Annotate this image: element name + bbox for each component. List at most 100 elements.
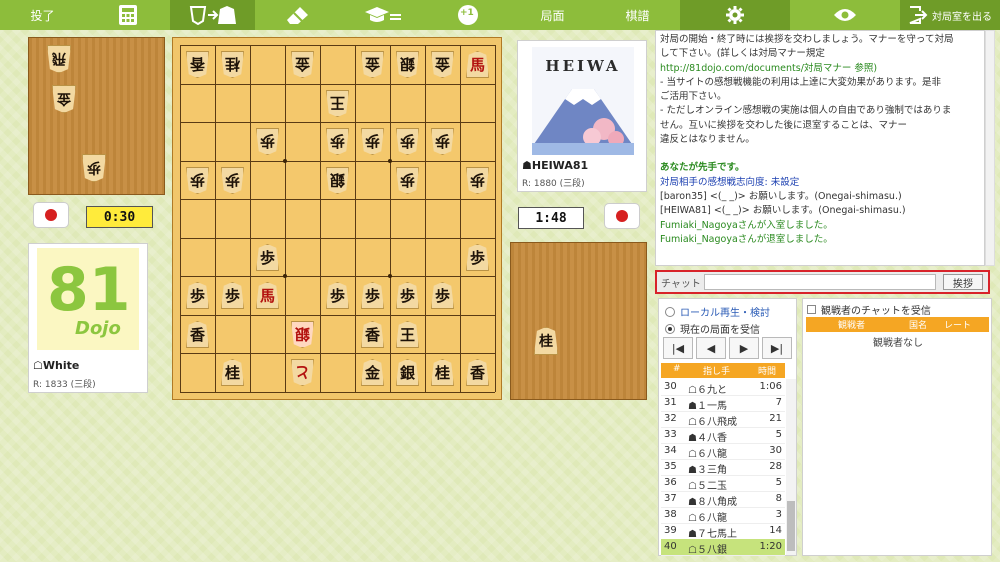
piece-swap-button[interactable] [170,0,255,30]
last-move-button[interactable]: ▶| [762,337,792,359]
board-piece[interactable]: 歩 [394,280,421,310]
next-move-button[interactable]: ▶ [729,337,759,359]
board-piece[interactable]: 歩 [429,126,456,156]
gote-player-name[interactable]: ☖White [33,359,79,372]
prev-move-button[interactable]: ◀ [696,337,726,359]
move-row[interactable]: 32 ☖６八飛成 21 [661,411,785,428]
grid-line [180,45,495,46]
board-piece[interactable]: 銀 [324,165,351,195]
gote-hand-piece[interactable]: 金 [51,84,77,114]
move-row[interactable]: 30 ☖６九と 1:06 [661,379,785,396]
move-row[interactable]: 38 ☖６八龍 3 [661,507,785,524]
board-grid[interactable]: 香桂金金銀金馬王歩歩歩歩歩歩歩銀歩歩歩歩歩歩馬歩歩歩歩香銀香王桂と金銀桂香 [180,45,496,393]
board-piece[interactable]: 歩 [394,165,421,195]
board-piece[interactable]: 歩 [464,165,491,195]
calculator-icon [118,5,137,25]
greeting-button[interactable]: 挨拶 [943,274,983,290]
move-number: 31 [664,397,677,408]
first-move-button[interactable]: |◀ [663,337,693,359]
board-piece[interactable]: 歩 [464,242,491,272]
board-piece[interactable]: 歩 [324,126,351,156]
board-piece[interactable]: と [289,357,316,387]
chat-scrollbar[interactable] [985,30,995,266]
gote-hand-piece[interactable]: 歩 [81,153,107,183]
board-piece[interactable]: 金 [359,357,386,387]
sente-player-name[interactable]: ☗HEIWA81 [522,159,588,172]
board-piece[interactable]: 馬 [464,49,491,79]
moves-scrollbar[interactable] [786,379,796,555]
sente-clock: 1:48 [518,207,584,229]
sente-hand-piece[interactable]: 桂 [533,326,559,356]
board-piece[interactable]: 歩 [254,126,281,156]
move-row[interactable]: 40 ☖５八銀 1:20 [661,539,785,556]
moves-header-move: 指し手 [703,367,731,377]
move-row[interactable]: 35 ☗３三角 28 [661,459,785,476]
board-piece[interactable]: 歩 [359,126,386,156]
moves-header: # 指し手 時間 [661,363,785,378]
sync-position-radio[interactable]: 現在の局面を受信 [665,321,760,336]
move-time: 7 [775,397,782,408]
resign-button[interactable]: 投了 [0,0,85,30]
move-row[interactable]: 34 ☖６八龍 30 [661,443,785,460]
chat-input[interactable] [704,274,936,290]
chat-message [660,147,980,161]
board-piece[interactable]: 歩 [184,165,211,195]
gote-flag-icon [34,203,68,227]
board-piece[interactable]: 王 [324,88,351,118]
gote-komadai: 飛 金 歩 [28,37,165,195]
board-piece[interactable]: 銀 [394,357,421,387]
board-piece[interactable]: 金 [429,49,456,79]
spectate-button[interactable] [790,0,900,30]
eraser-button[interactable] [255,0,340,30]
board-piece[interactable]: 香 [464,357,491,387]
move-row[interactable]: 37 ☗８八角成 8 [661,491,785,508]
local-replay-radio[interactable]: ローカル再生・検討 [665,304,770,319]
watchers-panel: 観戦者のチャットを受信 観戦者 国名 レート 観戦者なし [802,298,992,556]
board-piece[interactable]: 歩 [219,165,246,195]
board-piece[interactable]: 歩 [184,280,211,310]
board-piece[interactable]: 銀 [289,319,316,349]
grid-line [180,199,495,200]
move-notation: ☗７七馬上 [688,529,737,540]
watcher-chat-checkbox[interactable]: 観戦者のチャットを受信 [807,302,931,317]
board-piece[interactable]: 歩 [219,280,246,310]
board-piece[interactable]: 桂 [219,357,246,387]
plus-one-button[interactable]: +1 [425,0,510,30]
board-piece[interactable]: 歩 [254,242,281,272]
grid-line [495,45,496,392]
move-row[interactable]: 36 ☖５二玉 5 [661,475,785,492]
kifu-button[interactable]: 棋譜 [595,0,680,30]
board-view-button[interactable]: 局面 [510,0,595,30]
calculator-button[interactable] [85,0,170,30]
board-piece[interactable]: 馬 [254,280,281,310]
gote-hand-piece[interactable]: 飛 [46,44,72,74]
sente-flag-icon [605,204,639,228]
move-number: 35 [664,461,677,472]
board-piece[interactable]: 金 [289,49,316,79]
move-row[interactable]: 39 ☗７七馬上 14 [661,523,785,540]
board-piece[interactable]: 香 [359,319,386,349]
exit-room-button[interactable]: 対局室を出る [900,0,1000,30]
board-piece[interactable]: 香 [184,49,211,79]
board-piece[interactable]: 歩 [394,126,421,156]
board-piece[interactable]: 桂 [219,49,246,79]
avatar: HEIWA [532,47,634,155]
chat-message: せん。互いに挨拶を交わした後に退室することは、マナー [660,119,908,131]
settings-button[interactable] [680,0,790,30]
sente-player-card: HEIWA ☗HEIWA81 R: 1880 (三段) [517,40,647,192]
move-row[interactable]: 31 ☗１一馬 7 [661,395,785,412]
move-notation: ☖６八飛成 [688,417,737,428]
board-piece[interactable]: 歩 [359,280,386,310]
board-piece[interactable]: 銀 [394,49,421,79]
board-piece[interactable]: 歩 [324,280,351,310]
board-piece[interactable]: 金 [359,49,386,79]
board-view-label: 局面 [540,8,565,23]
tutor-button[interactable] [340,0,425,30]
board-piece[interactable]: 桂 [429,357,456,387]
move-row[interactable]: 33 ☗４八香 5 [661,427,785,444]
chat-message: あなたが先手です。 [660,162,745,174]
board-piece[interactable]: 王 [394,319,421,349]
board-piece[interactable]: 歩 [429,280,456,310]
board-piece[interactable]: 香 [184,319,211,349]
chat-message: http://81dojo.com/documents/対局マナー 参照) [660,62,878,74]
